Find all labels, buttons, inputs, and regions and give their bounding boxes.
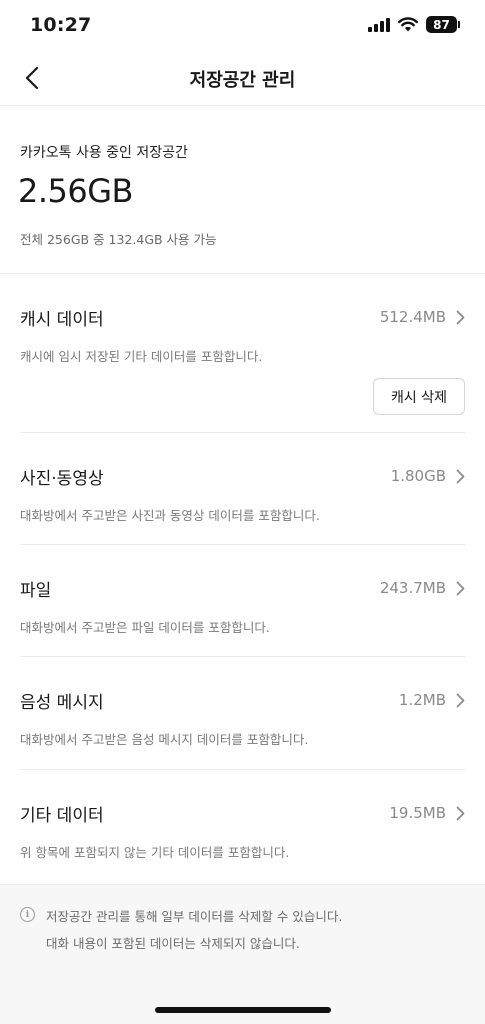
category-size: 512.4MB [379, 308, 446, 326]
footer-notice-line2: 대화 내용이 포함된 데이터는 삭제되지 않습니다. [46, 936, 300, 951]
chevron-right-icon [456, 310, 465, 325]
battery-icon: 87 [426, 16, 460, 33]
chevron-right-icon [456, 469, 465, 484]
category-name: 캐시 데이터 [20, 309, 104, 330]
category-description: 캐시에 임시 저장된 기타 데이터를 포함합니다. [20, 349, 263, 364]
category-description: 대화방에서 주고받은 사진과 동영상 데이터를 포함합니다. [20, 508, 320, 523]
chevron-right-icon [456, 581, 465, 596]
category-voice-messages-row[interactable]: 음성 메시지 1.2MB [20, 687, 465, 713]
home-indicator [155, 1007, 331, 1013]
category-name: 사진·동영상 [20, 468, 104, 489]
storage-summary-label: 카카오톡 사용 중인 저장공간 [20, 145, 188, 161]
footer-notice: i 저장공간 관리를 통해 일부 데이터를 삭제할 수 있습니다. 대화 내용이… [0, 884, 485, 1024]
category-photos-videos-row[interactable]: 사진·동영상 1.80GB [20, 463, 465, 489]
category-description: 대화방에서 주고받은 파일 데이터를 포함합니다. [20, 620, 270, 635]
category-size: 1.2MB [398, 691, 446, 709]
category-other-data-row[interactable]: 기타 데이터 19.5MB [20, 800, 465, 826]
category-name: 음성 메시지 [20, 692, 104, 713]
storage-summary: 카카오톡 사용 중인 저장공간 2.56GB 전체 256GB 중 132.4G… [0, 106, 485, 274]
info-icon: i [20, 907, 35, 922]
page-title: 저장공간 관리 [189, 70, 296, 91]
status-icons: 87 [368, 16, 460, 33]
storage-used-value: 2.56GB [18, 172, 134, 210]
category-size: 243.7MB [379, 579, 446, 597]
chevron-right-icon [456, 693, 465, 708]
battery-level: 87 [433, 17, 450, 32]
clear-cache-button[interactable]: 캐시 삭제 [373, 378, 465, 415]
category-description: 위 항목에 포함되지 않는 기타 데이터를 포함합니다. [20, 845, 290, 860]
category-cache: 캐시 데이터 512.4MB 캐시에 임시 저장된 기타 데이터를 포함합니다.… [20, 274, 465, 433]
category-description: 대화방에서 주고받은 음성 메시지 데이터를 포함합니다. [20, 732, 309, 747]
footer-notice-line1: 저장공간 관리를 통해 일부 데이터를 삭제할 수 있습니다. [46, 909, 343, 924]
storage-available-text: 전체 256GB 중 132.4GB 사용 가능 [20, 232, 217, 247]
category-files: 파일 243.7MB 대화방에서 주고받은 파일 데이터를 포함합니다. [20, 545, 465, 657]
category-size: 1.80GB [390, 467, 446, 485]
category-photos-videos: 사진·동영상 1.80GB 대화방에서 주고받은 사진과 동영상 데이터를 포함… [20, 433, 465, 545]
category-name: 기타 데이터 [20, 805, 104, 826]
status-time: 10:27 [30, 14, 92, 36]
category-voice-messages: 음성 메시지 1.2MB 대화방에서 주고받은 음성 메시지 데이터를 포함합니… [20, 657, 465, 770]
category-other-data: 기타 데이터 19.5MB 위 항목에 포함되지 않는 기타 데이터를 포함합니… [20, 770, 465, 884]
wifi-icon [398, 17, 418, 32]
category-name: 파일 [20, 580, 52, 601]
category-files-row[interactable]: 파일 243.7MB [20, 575, 465, 601]
cellular-signal-icon [368, 17, 390, 32]
category-size: 19.5MB [389, 804, 446, 822]
category-cache-row[interactable]: 캐시 데이터 512.4MB [20, 304, 465, 330]
chevron-right-icon [456, 806, 465, 821]
status-bar: 10:27 87 [0, 0, 485, 50]
nav-bar: 저장공간 관리 [0, 50, 485, 106]
